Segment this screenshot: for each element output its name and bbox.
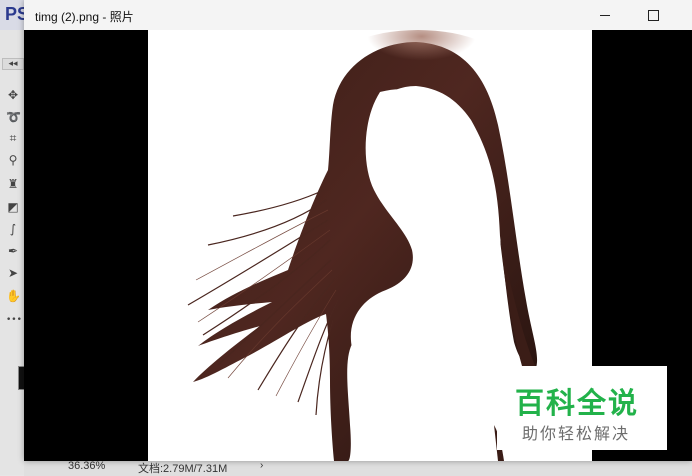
select-arrow-icon[interactable]: ➤ bbox=[6, 266, 20, 280]
hand-icon[interactable]: ✋ bbox=[6, 289, 21, 303]
crop-icon[interactable]: ⌗ bbox=[6, 131, 20, 145]
eyedropper-icon[interactable]: ⚲ bbox=[6, 153, 20, 167]
stamp-icon[interactable]: ♜ bbox=[6, 177, 20, 191]
image-viewer[interactable]: 百科全说 助你轻松解决 bbox=[24, 30, 692, 461]
photoshop-toolbar: ◂◂ ✥ ➰ ⌗ ⚲ ♜ ◩ ∫ ✒ ➤ ✋ ••• bbox=[0, 30, 28, 475]
maximize-button[interactable] bbox=[630, 0, 676, 30]
hair-main bbox=[193, 42, 538, 461]
photos-window: timg (2).png - 照片 百科全说 助你轻松解决 bbox=[24, 0, 692, 461]
status-arrow-button[interactable]: › bbox=[260, 460, 263, 471]
toolbar-collapse-button[interactable]: ◂◂ bbox=[2, 58, 24, 70]
window-title: timg (2).png - 照片 bbox=[35, 10, 134, 24]
brush-icon[interactable]: ∫ bbox=[6, 222, 20, 236]
watermark-sub-text: 助你轻松解决 bbox=[522, 424, 631, 443]
document-size: 文档:2.79M/7.31M bbox=[138, 463, 228, 475]
minimize-icon bbox=[600, 14, 610, 16]
minimize-button[interactable] bbox=[582, 0, 628, 30]
maximize-icon bbox=[647, 9, 659, 21]
more-icon[interactable]: ••• bbox=[6, 313, 22, 327]
zoom-level[interactable]: 36.36% bbox=[68, 460, 105, 472]
lasso-icon[interactable]: ➰ bbox=[6, 110, 21, 124]
eraser-icon[interactable]: ◩ bbox=[6, 200, 20, 214]
move-icon[interactable]: ✥ bbox=[6, 88, 20, 102]
window-titlebar[interactable]: timg (2).png - 照片 bbox=[24, 0, 692, 31]
watermark-main-text: 百科全说 bbox=[515, 386, 640, 420]
pen-icon[interactable]: ✒ bbox=[6, 244, 20, 258]
watermark-badge: 百科全说 助你轻松解决 bbox=[497, 366, 667, 450]
